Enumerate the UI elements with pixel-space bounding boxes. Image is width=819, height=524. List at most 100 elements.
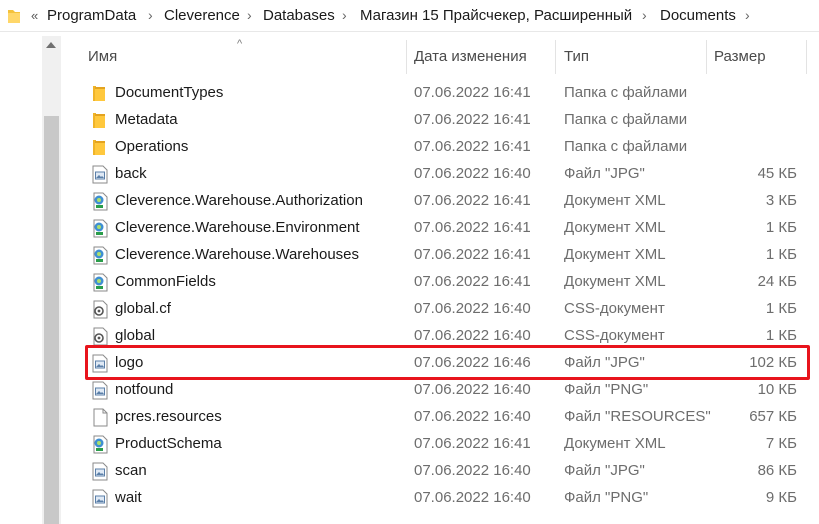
- file-type: Папка с файлами: [564, 84, 688, 101]
- file-date: 07.06.2022 16:40: [414, 489, 531, 506]
- column-header-name[interactable]: Имя: [80, 40, 405, 74]
- file-type: Документ XML: [564, 273, 666, 290]
- xml-file-icon: [91, 246, 108, 265]
- file-date: 07.06.2022 16:41: [414, 138, 531, 155]
- file-size: 86 КБ: [757, 462, 797, 479]
- file-row-global[interactable]: global 07.06.2022 16:40 CSS-документ 1 КБ: [86, 323, 808, 350]
- file-row-cleverence-warehouse-warehouses[interactable]: Cleverence.Warehouse.Warehouses 07.06.202…: [86, 242, 808, 269]
- file-size: 1 КБ: [765, 300, 797, 317]
- file-row-back[interactable]: back 07.06.2022 16:40 Файл "JPG" 45 КБ: [86, 161, 808, 188]
- file-size: 9 КБ: [765, 489, 797, 506]
- file-type: Документ XML: [564, 219, 666, 236]
- chevron-right-icon[interactable]: ›: [148, 7, 153, 23]
- css-file-icon: [91, 327, 108, 346]
- file-row-cleverence-warehouse-authorization[interactable]: Cleverence.Warehouse.Authorization 07.06.…: [86, 188, 808, 215]
- file-row-productschema[interactable]: ProductSchema 07.06.2022 16:41 Документ XM…: [86, 431, 808, 458]
- file-row-cleverence-warehouse-environment[interactable]: Cleverence.Warehouse.Environment 07.06.20…: [86, 215, 808, 242]
- file-date: 07.06.2022 16:40: [414, 165, 531, 182]
- column-header-date-label: Дата изменения: [414, 48, 527, 65]
- file-row-pcres-resources[interactable]: pcres.resources 07.06.2022 16:40 Файл "RES…: [86, 404, 808, 431]
- file-size: 24 КБ: [757, 273, 797, 290]
- scrollbar-thumb[interactable]: [44, 116, 59, 524]
- file-size: 45 КБ: [757, 165, 797, 182]
- folder-icon: [91, 84, 108, 103]
- file-date: 07.06.2022 16:40: [414, 327, 531, 344]
- file-date: 07.06.2022 16:41: [414, 219, 531, 236]
- file-name: back: [115, 165, 147, 182]
- chevron-right-icon[interactable]: ›: [745, 7, 750, 23]
- folder-icon: [91, 138, 108, 157]
- file-name: ProductSchema: [115, 435, 222, 452]
- file-name: logo: [115, 354, 144, 371]
- file-date: 07.06.2022 16:41: [414, 84, 531, 101]
- file-name: Metadata: [115, 111, 178, 128]
- file-date: 07.06.2022 16:46: [414, 354, 531, 371]
- chevron-right-icon[interactable]: ›: [342, 7, 347, 23]
- image-file-icon: [91, 354, 108, 373]
- file-date: 07.06.2022 16:41: [414, 111, 531, 128]
- vertical-scrollbar[interactable]: [42, 36, 61, 524]
- file-size: 102 КБ: [749, 354, 797, 371]
- file-size: 3 КБ: [765, 192, 797, 209]
- file-type: CSS-документ: [564, 300, 665, 317]
- breadcrumb-item-documents[interactable]: Documents: [660, 7, 736, 24]
- breadcrumb-overflow-button[interactable]: «: [31, 8, 38, 23]
- file-type: Файл "JPG": [564, 165, 645, 182]
- breadcrumb-item-store[interactable]: Магазин 15 Прайсчекер, Расширенный: [360, 7, 632, 24]
- file-date: 07.06.2022 16:40: [414, 300, 531, 317]
- scroll-up-icon[interactable]: [46, 42, 56, 48]
- file-name: wait: [115, 489, 142, 506]
- file-type: Файл "RESOURCES": [564, 408, 711, 425]
- file-size: 1 КБ: [765, 219, 797, 236]
- chevron-right-icon[interactable]: ›: [247, 7, 252, 23]
- xml-file-icon: [91, 435, 108, 454]
- file-name: DocumentTypes: [115, 84, 224, 101]
- folder-icon: [91, 111, 108, 130]
- file-size: 1 КБ: [765, 327, 797, 344]
- file-size: 7 КБ: [765, 435, 797, 452]
- file-name: global.cf: [115, 300, 171, 317]
- column-header-size[interactable]: Размер: [707, 40, 807, 74]
- breadcrumb-item-cleverence[interactable]: Cleverence: [164, 7, 240, 24]
- file-row-global-cf[interactable]: global.cf 07.06.2022 16:40 CSS-документ 1 К…: [86, 296, 808, 323]
- column-header-size-label: Размер: [714, 48, 766, 65]
- blank-file-icon: [91, 408, 108, 427]
- file-type: Файл "JPG": [564, 354, 645, 371]
- column-header-type-label: Тип: [564, 48, 590, 65]
- file-row-commonfields[interactable]: CommonFields 07.06.2022 16:41 Документ XML…: [86, 269, 808, 296]
- file-row-operations[interactable]: Operations 07.06.2022 16:41 Папка с файлам…: [86, 134, 808, 161]
- file-date: 07.06.2022 16:40: [414, 381, 531, 398]
- file-type: Файл "PNG": [564, 489, 649, 506]
- file-name: Cleverence.Warehouse.Environment: [115, 219, 360, 236]
- file-date: 07.06.2022 16:41: [414, 273, 531, 290]
- file-row-documenttypes[interactable]: DocumentTypes 07.06.2022 16:41 Папка с фай…: [86, 80, 808, 107]
- file-row-logo[interactable]: logo 07.06.2022 16:46 Файл "JPG" 102 КБ: [86, 350, 808, 377]
- xml-file-icon: [91, 273, 108, 292]
- image-file-icon: [91, 489, 108, 508]
- image-file-icon: [91, 462, 108, 481]
- file-row-notfound[interactable]: notfound 07.06.2022 16:40 Файл "PNG" 10 КБ: [86, 377, 808, 404]
- file-date: 07.06.2022 16:40: [414, 462, 531, 479]
- address-bar[interactable]: « ProgramData › Cleverence › Databases ›…: [0, 0, 819, 32]
- file-size: 657 КБ: [749, 408, 797, 425]
- file-size: 1 КБ: [765, 246, 797, 263]
- file-name: scan: [115, 462, 147, 479]
- file-date: 07.06.2022 16:41: [414, 192, 531, 209]
- file-type: Документ XML: [564, 192, 666, 209]
- file-type: Папка с файлами: [564, 138, 688, 155]
- column-header-date[interactable]: Дата изменения: [407, 40, 555, 74]
- file-name: global: [115, 327, 156, 344]
- chevron-right-icon[interactable]: ›: [642, 7, 647, 23]
- breadcrumb-item-databases[interactable]: Databases: [263, 7, 335, 24]
- column-divider[interactable]: [806, 40, 807, 74]
- breadcrumb-item-programdata[interactable]: ProgramData: [47, 7, 136, 24]
- file-row-metadata[interactable]: Metadata 07.06.2022 16:41 Папка с файлами: [86, 107, 808, 134]
- file-type: CSS-документ: [564, 327, 665, 344]
- file-type: Документ XML: [564, 246, 666, 263]
- xml-file-icon: [91, 192, 108, 211]
- file-row-scan[interactable]: scan 07.06.2022 16:40 Файл "JPG" 86 КБ: [86, 458, 808, 485]
- file-type: Папка с файлами: [564, 111, 688, 128]
- column-header-type[interactable]: Тип: [556, 40, 706, 74]
- file-date: 07.06.2022 16:41: [414, 435, 531, 452]
- file-row-wait[interactable]: wait 07.06.2022 16:40 Файл "PNG" 9 КБ: [86, 485, 808, 512]
